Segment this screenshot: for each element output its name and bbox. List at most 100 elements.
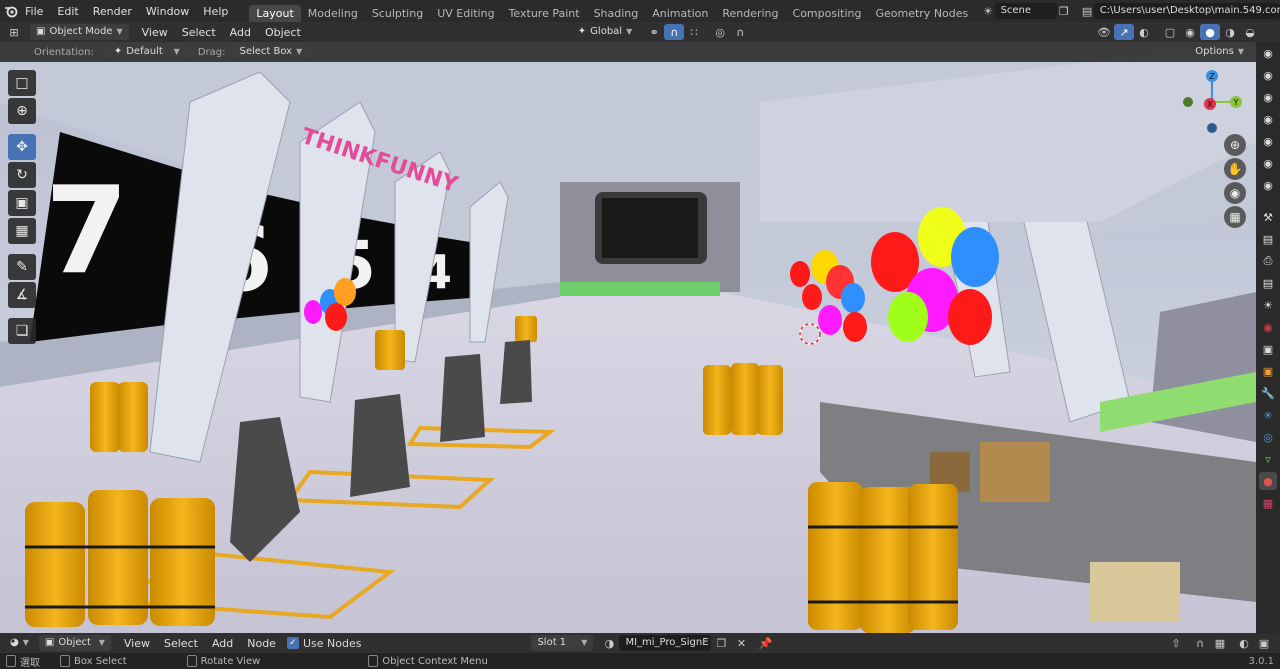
menu-add[interactable]: Add — [223, 26, 258, 39]
scale-tool-icon[interactable]: ▣ — [8, 190, 36, 216]
tab-shading[interactable]: Shading — [587, 5, 646, 22]
camera-icon[interactable]: ◉ — [1259, 88, 1277, 106]
zoom-icon[interactable]: ⊕ — [1224, 134, 1246, 156]
overlay-toggle-icon[interactable]: ◐ — [1134, 24, 1154, 40]
menu-render[interactable]: Render — [86, 5, 139, 18]
menu-window[interactable]: Window — [139, 5, 196, 18]
physics-properties-icon[interactable]: ◎ — [1259, 428, 1277, 446]
blender-logo-icon[interactable] — [4, 3, 18, 19]
tab-texture-paint[interactable]: Texture Paint — [502, 5, 587, 22]
tab-rendering[interactable]: Rendering — [715, 5, 785, 22]
object-properties-icon[interactable]: ▣ — [1259, 362, 1277, 380]
tab-geometry-nodes[interactable]: Geometry Nodes — [868, 5, 975, 22]
menu-view[interactable]: View — [135, 26, 175, 39]
measure-tool-icon[interactable]: ∡ — [8, 282, 36, 308]
proportional-edit-icon[interactable]: ◎ — [710, 24, 730, 40]
orientation-icon: ✦ — [113, 46, 123, 57]
gizmo-toggle-icon[interactable]: ↗ — [1114, 24, 1134, 40]
navigation-gizmo[interactable]: Z Y X — [1180, 70, 1244, 134]
menu-add[interactable]: Add — [205, 637, 240, 650]
options-dropdown[interactable]: Options ▼ — [1189, 44, 1250, 60]
tab-layout[interactable]: Layout — [249, 5, 301, 22]
menu-help[interactable]: Help — [196, 5, 235, 18]
camera-view-icon[interactable]: ◉ — [1224, 182, 1246, 204]
shading-solid-icon[interactable]: ● — [1200, 24, 1220, 40]
menu-edit[interactable]: Edit — [50, 5, 85, 18]
menu-object[interactable]: Object — [258, 26, 308, 39]
pin-icon[interactable]: 📌 — [755, 635, 775, 651]
duplicate-material-icon[interactable]: ❐ — [711, 635, 731, 651]
menu-node[interactable]: Node — [240, 637, 283, 650]
camera-icon[interactable]: ◉ — [1259, 66, 1277, 84]
snap-icon[interactable]: ∩ — [1190, 635, 1210, 651]
tab-animation[interactable]: Animation — [645, 5, 715, 22]
material-browse-icon[interactable]: ◑ — [599, 635, 619, 651]
new-scene-icon[interactable]: ❐ — [1057, 3, 1070, 19]
menu-file[interactable]: File — [18, 5, 50, 18]
tool-properties-icon[interactable]: ⚒ — [1259, 208, 1277, 226]
output-properties-icon[interactable]: ⎙ — [1259, 252, 1277, 270]
slot-dropdown[interactable]: Slot 1 ▼ — [531, 635, 594, 651]
menu-view[interactable]: View — [117, 637, 157, 650]
overlay-icon[interactable]: ◐ — [1234, 635, 1254, 651]
move-tool-icon[interactable]: ✥ — [8, 134, 36, 160]
use-nodes-toggle[interactable]: ✓ Use Nodes — [286, 637, 361, 650]
snap-mode-icon[interactable]: ▦ — [1210, 635, 1230, 651]
pan-hand-icon[interactable]: ✋ — [1224, 158, 1246, 180]
file-path-field[interactable]: C:\Users\user\Desktop\main.549.com.papeg… — [1093, 3, 1280, 19]
menu-select[interactable]: Select — [175, 26, 223, 39]
material-name-field[interactable]: MI_mi_Pro_SignE — [619, 635, 712, 651]
editor-type-icon[interactable]: ⊞ — [4, 24, 24, 40]
falloff-icon[interactable]: ∩ — [730, 24, 750, 40]
parent-node-tree-icon[interactable]: ⇧ — [1166, 635, 1186, 651]
scene-icon[interactable]: ☀ — [981, 3, 994, 19]
use-nodes-checkbox[interactable]: ✓ — [286, 637, 299, 649]
annotate-tool-icon[interactable]: ✎ — [8, 254, 36, 280]
shading-rendered-icon[interactable]: ◒ — [1240, 24, 1260, 40]
camera-icon[interactable]: ◉ — [1259, 154, 1277, 172]
viewport-3d[interactable]: 7 6 5 4 THINKFUNNY — [0, 42, 1256, 633]
shading-wireframe-icon[interactable]: ◉ — [1180, 24, 1200, 40]
transform-orientation-dropdown[interactable]: ✦ Global ▼ — [572, 24, 638, 40]
transform-tool-icon[interactable]: ▦ — [8, 218, 36, 244]
menu-select[interactable]: Select — [157, 637, 205, 650]
backdrop-icon[interactable]: ▣ — [1254, 635, 1274, 651]
snap-magnet-icon[interactable]: ∩ — [664, 24, 685, 40]
unlink-material-icon[interactable]: ✕ — [731, 635, 751, 651]
scene-properties-icon[interactable]: ☀ — [1259, 296, 1277, 314]
camera-icon[interactable]: ◉ — [1259, 44, 1277, 62]
camera-icon[interactable]: ◉ — [1259, 176, 1277, 194]
mode-dropdown[interactable]: ▣ Object Mode ▼ — [30, 24, 129, 40]
cursor-tool-icon[interactable]: ⊕ — [8, 98, 36, 124]
add-cube-tool-icon[interactable]: ❏ — [8, 318, 36, 344]
select-box-tool-icon[interactable]: □ — [8, 70, 36, 96]
xray-icon[interactable]: ▢ — [1160, 24, 1180, 40]
snap-target-icon[interactable]: ∷ — [684, 24, 704, 40]
rotate-tool-icon[interactable]: ↻ — [8, 162, 36, 188]
modifier-properties-icon[interactable]: 🔧 — [1259, 384, 1277, 402]
orientation-dropdown[interactable]: ✦ Default ▼ — [107, 44, 186, 60]
material-properties-icon[interactable]: ● — [1259, 472, 1277, 490]
render-properties-icon[interactable]: ▤ — [1259, 230, 1277, 248]
tab-uv-editing[interactable]: UV Editing — [430, 5, 501, 22]
camera-icon[interactable]: ◉ — [1259, 110, 1277, 128]
drag-dropdown[interactable]: Select Box ▼ — [233, 44, 309, 60]
shading-material-icon[interactable]: ◑ — [1220, 24, 1240, 40]
tab-modeling[interactable]: Modeling — [301, 5, 365, 22]
collection-properties-icon[interactable]: ▣ — [1259, 340, 1277, 358]
perspective-grid-icon[interactable]: ▦ — [1224, 206, 1246, 228]
visibility-icon[interactable]: 👁 — [1094, 24, 1114, 40]
pivot-icon[interactable]: ⚭ — [644, 24, 664, 40]
world-properties-icon[interactable]: ◉ — [1259, 318, 1277, 336]
texture-properties-icon[interactable]: ▦ — [1259, 494, 1277, 512]
tab-sculpting[interactable]: Sculpting — [365, 5, 430, 22]
camera-icon[interactable]: ◉ — [1259, 132, 1277, 150]
shader-type-dropdown[interactable]: ▣ Object ▼ — [38, 635, 111, 651]
view-layer-icon[interactable]: ▤ — [1080, 3, 1093, 19]
constraints-properties-icon[interactable]: ▿ — [1259, 450, 1277, 468]
view-layer-properties-icon[interactable]: ▤ — [1259, 274, 1277, 292]
particles-properties-icon[interactable]: ✳ — [1259, 406, 1277, 424]
editor-type-dropdown[interactable]: ◕ ▼ — [4, 635, 35, 651]
scene-name-field[interactable]: Scene — [994, 3, 1058, 19]
tab-compositing[interactable]: Compositing — [786, 5, 869, 22]
